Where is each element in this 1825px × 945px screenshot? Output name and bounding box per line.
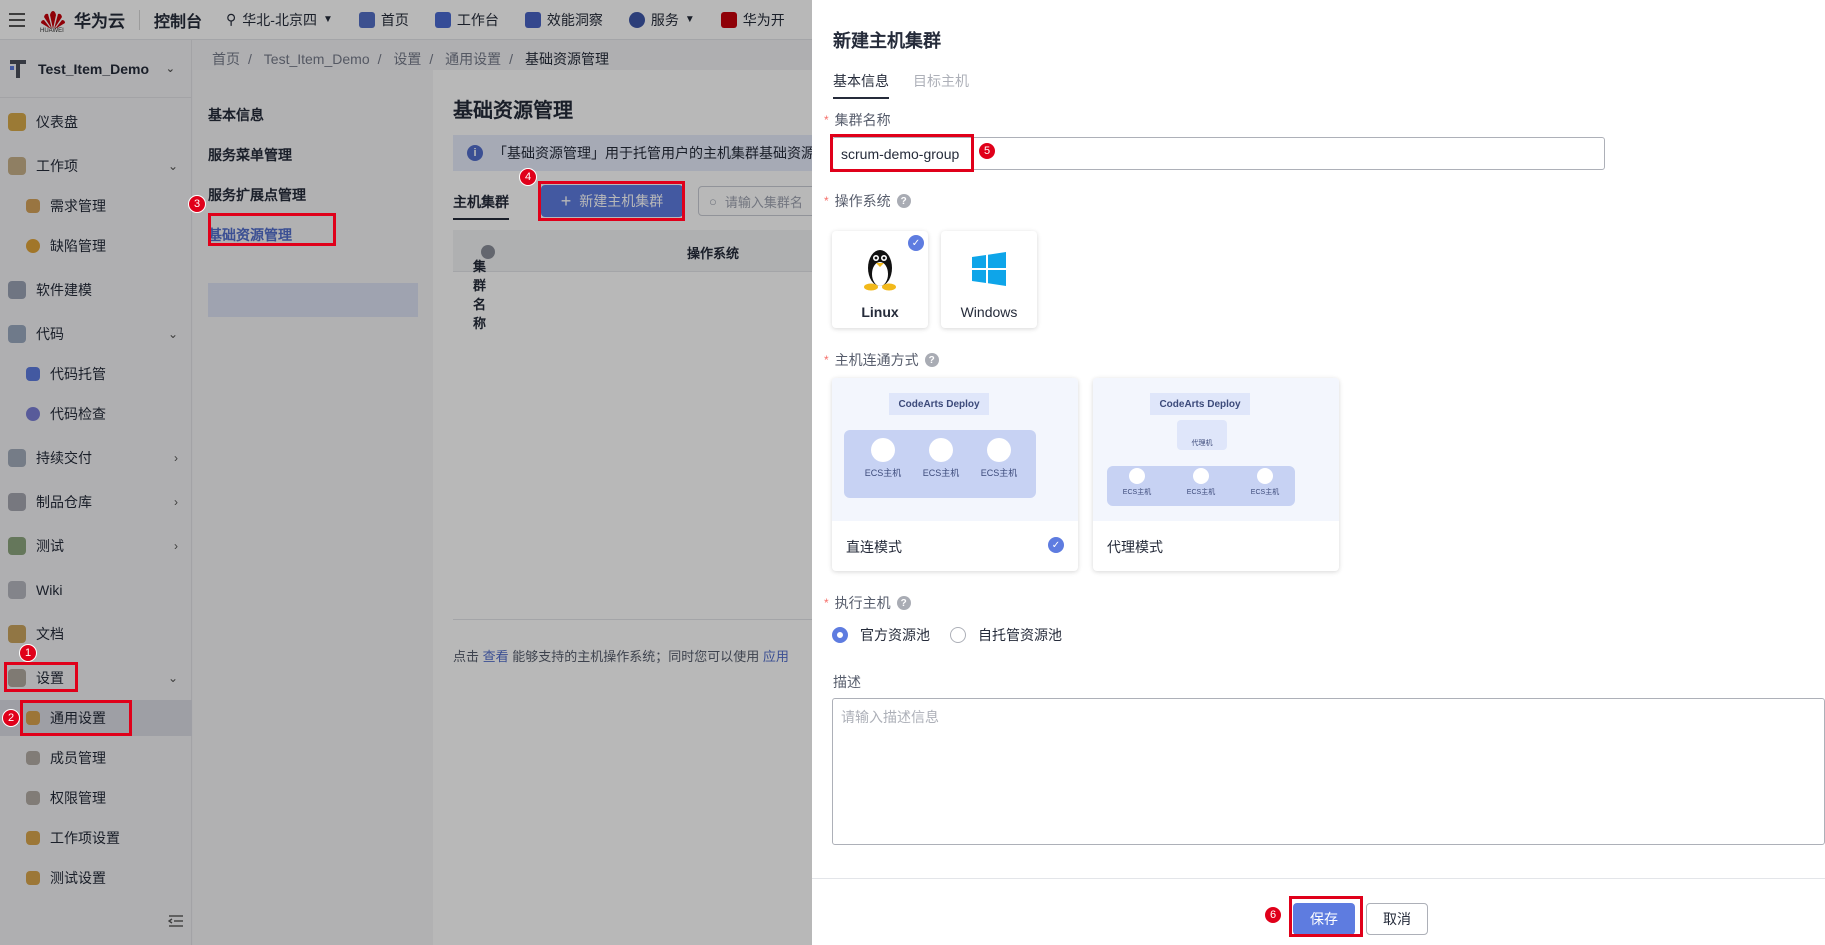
ecs-host-node: ECS主机 xyxy=(1117,468,1157,497)
drawer-title: 新建主机集群 xyxy=(833,31,941,51)
check-icon: ✓ xyxy=(1048,537,1064,553)
windows-icon xyxy=(972,252,1006,286)
radio-self-hosted-pool[interactable] xyxy=(950,627,966,643)
server-icon xyxy=(1257,468,1273,484)
step-badge-1: 1 xyxy=(19,644,37,662)
proxy-mode-diagram: CodeArts Deploy 代理机 ECS主机 ECS主机 ECS主机 xyxy=(1093,378,1339,521)
help-icon[interactable]: ? xyxy=(896,194,911,208)
mode-option-proxy[interactable]: CodeArts Deploy 代理机 ECS主机 ECS主机 ECS主机 代理… xyxy=(1093,378,1339,571)
server-icon xyxy=(1193,468,1209,484)
highlight-box-resource-menu xyxy=(208,213,336,246)
ecs-host-node: ECS主机 xyxy=(916,438,966,479)
exec-host-radio-group: 官方资源池 自托管资源池 xyxy=(832,625,1062,645)
highlight-box-settings xyxy=(4,662,78,692)
radio-official-pool[interactable] xyxy=(832,627,848,643)
mode-option-direct[interactable]: CodeArts Deploy ECS主机 ECS主机 ECS主机 直连模式 ✓ xyxy=(832,378,1078,571)
label-cluster-name: * 集群名称 xyxy=(824,112,891,128)
diagram-title-box: CodeArts Deploy xyxy=(1150,393,1250,415)
required-mark: * xyxy=(824,353,829,367)
check-icon: ✓ xyxy=(908,235,924,251)
step-badge-6: 6 xyxy=(1264,906,1282,924)
required-mark: * xyxy=(824,596,829,610)
step-badge-2: 2 xyxy=(2,709,20,727)
cancel-button[interactable]: 取消 xyxy=(1366,903,1428,935)
highlight-box-new-cluster xyxy=(538,181,685,221)
server-icon xyxy=(987,438,1011,462)
ecs-host-node: ECS主机 xyxy=(858,438,908,479)
proxy-node: 代理机 xyxy=(1177,420,1227,450)
server-icon xyxy=(871,438,895,462)
ecs-host-node: ECS主机 xyxy=(974,438,1024,479)
server-icon xyxy=(1129,468,1145,484)
os-option-linux[interactable]: ✓ Linux xyxy=(832,231,928,328)
step-badge-4: 4 xyxy=(519,168,537,186)
ecs-host-node: ECS主机 xyxy=(1245,468,1285,497)
tab-basic-info[interactable]: 基本信息 xyxy=(833,71,889,99)
os-linux-label: Linux xyxy=(861,304,899,320)
os-windows-label: Windows xyxy=(960,304,1018,320)
label-description: 描述 xyxy=(833,674,861,690)
help-icon[interactable]: ? xyxy=(896,596,911,610)
tab-target-hosts[interactable]: 目标主机 xyxy=(913,71,969,91)
highlight-box-cluster-name xyxy=(830,134,974,172)
description-textarea[interactable]: 请输入描述信息 xyxy=(832,698,1825,845)
step-badge-5: 5 xyxy=(978,142,996,160)
help-icon[interactable]: ? xyxy=(924,353,939,367)
mode-proxy-label: 代理模式 xyxy=(1107,539,1163,555)
ecs-host-node: ECS主机 xyxy=(1181,468,1221,497)
os-option-windows[interactable]: Windows xyxy=(941,231,1037,328)
server-icon xyxy=(929,438,953,462)
radio-official-label[interactable]: 官方资源池 xyxy=(860,625,930,645)
overlay-mask[interactable] xyxy=(0,0,812,945)
required-mark: * xyxy=(824,194,829,208)
direct-mode-diagram: CodeArts Deploy ECS主机 ECS主机 ECS主机 xyxy=(832,378,1078,521)
label-os: * 操作系统 ? xyxy=(824,191,911,211)
radio-self-hosted-label[interactable]: 自托管资源池 xyxy=(978,625,1062,645)
linux-tux-icon xyxy=(864,250,896,291)
diagram-title-box: CodeArts Deploy xyxy=(889,393,989,415)
step-badge-3: 3 xyxy=(188,195,206,213)
highlight-box-general-settings xyxy=(20,700,132,736)
required-mark: * xyxy=(824,113,829,127)
highlight-box-save xyxy=(1289,896,1363,937)
mode-direct-label: 直连模式 xyxy=(846,539,902,555)
label-exec-host: * 执行主机 ? xyxy=(824,593,911,613)
label-connection: * 主机连通方式 ? xyxy=(824,350,939,370)
